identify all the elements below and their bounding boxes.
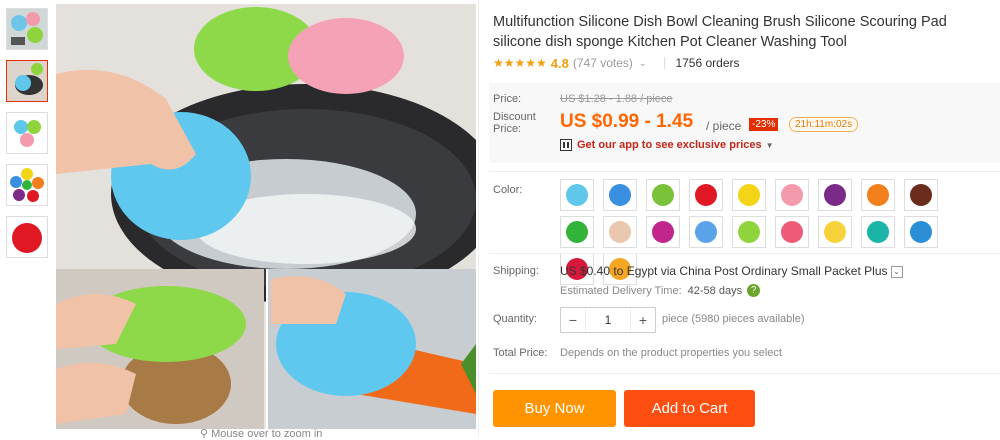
swatch-color-fill: [738, 184, 760, 206]
color-swatch[interactable]: [775, 216, 809, 248]
swatch-color-fill: [652, 184, 674, 206]
total-price-value: Depends on the product properties you se…: [560, 347, 782, 359]
thumbnail-1[interactable]: [6, 8, 48, 50]
color-swatch[interactable]: [775, 179, 809, 211]
swatch-color-fill: [824, 221, 846, 243]
color-label: Color:: [493, 184, 523, 196]
votes-link[interactable]: (747 votes): [573, 56, 633, 70]
discount-price-label: Discount Price:: [493, 111, 536, 135]
section-divider: [489, 171, 1000, 172]
swatch-color-fill: [910, 221, 932, 243]
section-divider: [489, 373, 1000, 374]
help-icon[interactable]: ?: [747, 284, 761, 297]
color-swatch[interactable]: [861, 179, 895, 211]
color-swatch[interactable]: [732, 179, 766, 211]
total-price-label: Total Price:: [493, 347, 548, 359]
magnifier-icon: ⚲: [200, 428, 209, 440]
divider: [478, 0, 479, 437]
rating-row: ★★★★★ 4.8 (747 votes) ⌄ 1756 orders: [493, 54, 740, 72]
shipping-value[interactable]: US $0.40 to Egypt via China Post Ordinar…: [560, 264, 903, 278]
thumbnail-2[interactable]: [6, 60, 48, 102]
decrease-quantity-button[interactable]: −: [561, 308, 585, 332]
price-unit: / piece: [706, 119, 742, 133]
swatch-color-fill: [609, 184, 631, 206]
zoom-hint: ⚲ Mouse over to zoom in: [200, 428, 323, 440]
swatch-color-fill: [781, 184, 803, 206]
swatch-color-fill: [566, 221, 588, 243]
add-to-cart-button[interactable]: Add to Cart: [624, 390, 755, 427]
color-swatch[interactable]: [603, 179, 637, 211]
swatch-color-fill: [867, 184, 889, 206]
stock-availability: piece (5980 pieces available): [662, 313, 805, 325]
color-swatch[interactable]: [904, 179, 938, 211]
rating-separator: [664, 57, 666, 69]
color-swatch[interactable]: [818, 179, 852, 211]
color-swatch[interactable]: [560, 216, 594, 248]
color-swatch[interactable]: [646, 179, 680, 211]
delivery-estimate: Estimated Delivery Time: 42-58 days ?: [560, 284, 761, 297]
thumbnail-list: [6, 8, 48, 268]
star-icons: ★★★★★: [493, 56, 547, 70]
buy-now-button[interactable]: Buy Now: [493, 390, 616, 427]
quantity-input[interactable]: 1: [585, 308, 631, 332]
color-swatch[interactable]: [646, 216, 680, 248]
shipping-text: US $0.40 to Egypt via China Post Ordinar…: [560, 264, 888, 278]
thumbnail-4[interactable]: [6, 164, 48, 206]
color-swatch[interactable]: [861, 216, 895, 248]
chevron-down-icon[interactable]: ⌄: [890, 265, 903, 278]
discount-price: US $0.99 - 1.45: [560, 111, 694, 132]
color-swatch[interactable]: [818, 216, 852, 248]
color-swatch[interactable]: [904, 216, 938, 248]
original-price: US $1.28 - 1.88 / piece: [560, 93, 673, 105]
discount-badge: -23%: [749, 118, 779, 131]
swatch-color-fill: [781, 221, 803, 243]
price-label: Price:: [493, 93, 522, 105]
qr-code-icon: [560, 139, 572, 151]
thumbnail-3[interactable]: [6, 112, 48, 154]
rating-value: 4.8: [550, 55, 569, 71]
app-price-link[interactable]: Get our app to see exclusive prices ▼: [560, 139, 774, 151]
swatch-color-fill: [867, 221, 889, 243]
thumbnail-5[interactable]: [6, 216, 48, 258]
app-link-label: Get our app to see exclusive prices: [577, 139, 762, 151]
product-title: Multifunction Silicone Dish Bowl Cleanin…: [493, 14, 947, 50]
swatch-color-fill: [652, 221, 674, 243]
swatch-color-fill: [738, 221, 760, 243]
section-divider: [489, 253, 1000, 254]
orders-count: 1756 orders: [675, 56, 740, 70]
dropdown-arrow-icon: ▼: [765, 140, 774, 150]
swatch-color-fill: [695, 221, 717, 243]
swatch-color-fill: [695, 184, 717, 206]
eta-days: 42-58 days: [687, 284, 743, 297]
swatch-color-fill: [609, 221, 631, 243]
color-swatch[interactable]: [689, 216, 723, 248]
swatch-color-fill: [910, 184, 932, 206]
countdown-timer: 21h:11m:02s: [789, 117, 859, 132]
chevron-down-icon[interactable]: ⌄: [639, 58, 647, 69]
color-swatch[interactable]: [732, 216, 766, 248]
color-swatch[interactable]: [560, 179, 594, 211]
main-product-image[interactable]: [56, 4, 476, 429]
color-swatch[interactable]: [689, 179, 723, 211]
shipping-label: Shipping:: [493, 265, 539, 277]
quantity-label: Quantity:: [493, 313, 538, 325]
color-swatch[interactable]: [603, 216, 637, 248]
quantity-stepper: − 1 +: [560, 307, 656, 333]
eta-label: Estimated Delivery Time:: [560, 284, 682, 297]
swatch-color-fill: [566, 184, 588, 206]
increase-quantity-button[interactable]: +: [631, 308, 655, 332]
swatch-color-fill: [824, 184, 846, 206]
